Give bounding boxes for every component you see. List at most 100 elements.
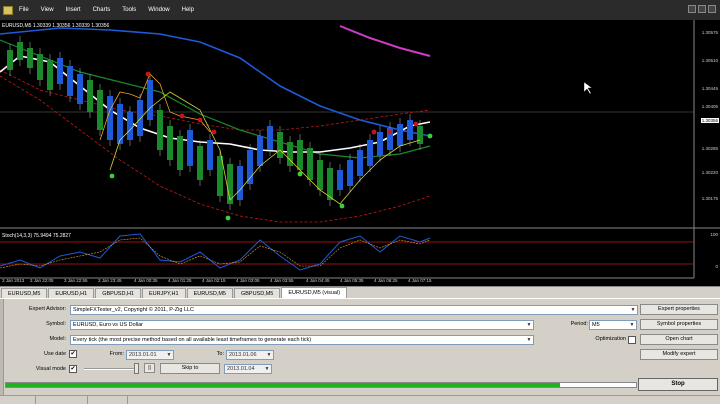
status-tab-blank[interactable] [36,396,88,404]
candle-body [377,132,383,156]
price-tick: 1.30510 [701,58,718,63]
signal-dot-green [427,133,433,139]
open-chart-button[interactable]: Open chart [640,334,718,345]
visual-mode-checkbox[interactable]: ✔ [69,365,77,373]
expert-advisor-select[interactable]: SimpleFXTester_v2, Copyright © 2011, P-Z… [70,305,638,315]
menu-charts[interactable]: Charts [87,7,117,13]
skip-to-date-field[interactable]: 2013.01.04 ▼ [224,364,272,374]
period-select[interactable]: M5 ▼ [589,320,637,330]
tester-bottom-tabs [0,395,720,404]
candle-body [167,126,173,160]
pause-button[interactable]: || [144,363,155,373]
status-tab-blank[interactable] [88,396,128,404]
candle-body [237,166,243,200]
oscillator-label: Stoch(14,3,3) 75.9494 75.2827 [2,233,71,239]
mouse-cursor-icon [583,81,593,95]
status-tab-blank[interactable] [0,396,36,404]
expert-properties-button[interactable]: Expert properties [640,304,718,315]
to-date-field[interactable]: 2013.01.06 ▼ [226,350,274,360]
chevron-down-icon: ▼ [264,366,270,372]
candle-body [137,100,143,136]
use-date-checkbox[interactable]: ✔ [69,350,77,358]
chevron-down-icon: ▼ [526,337,532,343]
chevron-down-icon: ▼ [629,322,635,328]
candle-body [187,130,193,166]
menu-view[interactable]: View [35,7,60,13]
symbol-properties-button[interactable]: Symbol properties [640,319,718,330]
chevron-down-icon: ▼ [266,352,272,358]
tab-chart[interactable]: EURUSD,H1 [48,288,95,298]
time-tick: 4 Jan 02:15 [202,278,226,283]
tab-chart[interactable]: GBPUSD,H1 [95,288,141,298]
speed-slider-thumb[interactable] [134,363,139,374]
time-tick: 3 Jan 22:55 [64,278,88,283]
candle-body [47,60,53,90]
time-tick: 4 Jan 01:25 [168,278,192,283]
tab-chart-active[interactable]: EURUSD,M5 (visual) [281,287,348,298]
candle-body [157,110,163,150]
app-icon [3,5,13,15]
time-axis: 3 Jan 2013 3 Jan 22:05 3 Jan 22:55 3 Jan… [0,278,694,286]
restore-icon[interactable] [698,5,706,13]
menu-insert[interactable]: Insert [60,7,87,13]
candle-body [37,54,43,80]
signal-dot-green [109,173,115,179]
signal-dot-red [371,129,377,135]
price-tick: 1.30405 [701,104,718,109]
modify-expert-button[interactable]: Modify expert [640,349,718,360]
ma-magenta-line [339,25,431,57]
optimization-checkbox[interactable] [628,336,636,344]
from-label: From: [109,351,124,357]
tab-chart[interactable]: EURUSD,M5 [186,288,233,298]
time-tick: 4 Jan 06:25 [374,278,398,283]
osc-tick: 0 [715,264,718,269]
menu-help[interactable]: Help [176,7,200,13]
signal-dot-green [297,171,303,177]
model-select[interactable]: Every tick (the most precise method base… [70,335,534,345]
candle-body [277,132,283,158]
visual-mode-label: Visual mode [35,366,66,372]
time-tick: 4 Jan 03:05 [236,278,260,283]
signal-dot-green [339,203,345,209]
menu-window[interactable]: Window [142,7,175,13]
signal-dot-red [145,71,151,77]
candle-body [177,136,183,170]
candle-body [87,80,93,112]
time-tick: 4 Jan 00:35 [134,278,158,283]
close-icon[interactable] [708,5,716,13]
progress-fill [6,383,561,387]
chart-canvas [0,20,720,279]
chart-tabs: EURUSD,M5 EURUSD,H1 GBPUSD,H1 EURJPY,H1 … [0,286,720,298]
from-date-field[interactable]: 2013.01.01 ▼ [126,350,174,360]
candle-body [397,124,403,146]
symbol-select[interactable]: EURUSD, Euro vs US Dollar ▼ [70,320,534,330]
signal-dot-green [225,215,231,221]
test-progress-bar [5,382,637,388]
to-label: To: [216,351,224,357]
price-tick: 1.30285 [701,146,718,151]
speed-slider-track[interactable] [84,368,136,370]
menu-file[interactable]: File [13,7,35,13]
signal-dot-red [413,121,419,127]
price-chart[interactable]: EURUSD,M5 1.30339 1.30356 1.30339 1.3035… [0,20,720,286]
period-label: Period: [570,321,588,327]
candle-body [197,146,203,180]
candle-body [357,150,363,176]
minimize-icon[interactable] [688,5,696,13]
price-tick: 1.30220 [701,170,718,175]
tab-chart[interactable]: EURUSD,M5 [1,288,48,298]
menu-tools[interactable]: Tools [116,7,142,13]
time-tick: 3 Jan 22:05 [30,278,54,283]
skip-to-button[interactable]: Skip to [160,363,220,374]
from-date-value: 2013.01.01 [129,352,157,358]
candle-body [127,112,133,140]
trail-line-yellow [109,91,421,205]
tab-chart[interactable]: EURJPY,H1 [142,288,186,298]
model-value: Every tick (the most precise method base… [73,337,312,343]
candle-body [147,80,153,120]
panel-side-strip [0,299,4,404]
period-value: M5 [592,322,600,328]
stop-button[interactable]: Stop [638,378,718,391]
candle-body [347,160,353,186]
tab-chart[interactable]: GBPUSD,M5 [233,288,281,298]
